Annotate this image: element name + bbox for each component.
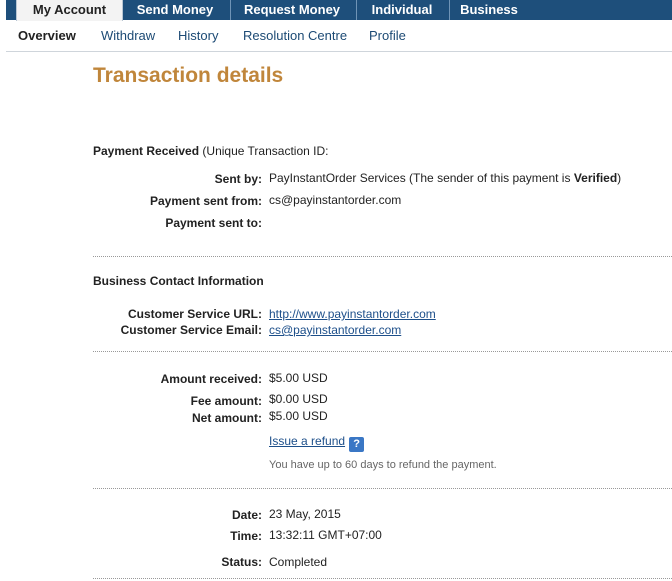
payment-heading: Payment Received (Unique Transaction ID:: [93, 144, 328, 158]
section-divider: [93, 351, 672, 352]
section-divider: [93, 256, 672, 257]
time-value: 13:32:11 GMT+07:00: [269, 528, 382, 542]
verified-status: Verified: [573, 171, 618, 185]
customer-service-url-label: Customer Service URL:: [127, 307, 262, 321]
sent-from-label: Payment sent from:: [149, 194, 262, 208]
date-value: 23 May, 2015: [269, 507, 341, 521]
customer-service-url-value: http://www.payinstantorder.com: [269, 307, 436, 321]
sent-by-label: Sent by:: [214, 172, 262, 186]
net-amount-value: $5.00 USD: [269, 409, 328, 423]
subnav-history[interactable]: History: [178, 28, 218, 43]
payment-heading-bold: Payment Received: [93, 144, 200, 158]
page-title: Transaction details: [93, 64, 284, 87]
tab-request-money[interactable]: Request Money: [230, 0, 353, 20]
customer-service-email-link[interactable]: cs@payinstantorder.com: [269, 323, 401, 337]
amount-received-label: Amount received:: [160, 372, 262, 386]
customer-service-email-value: cs@payinstantorder.com: [269, 323, 401, 337]
section-divider: [93, 578, 672, 579]
main-tab-bar: My Account Send Money Request Money Indi…: [6, 0, 672, 21]
subnav-profile[interactable]: Profile: [369, 28, 406, 43]
fee-amount-label: Fee amount:: [190, 394, 262, 408]
payment-heading-id: (Unique Transaction ID:: [202, 144, 329, 158]
refund-note: You have up to 60 days to refund the pay…: [269, 459, 497, 471]
status-value: Completed: [269, 555, 328, 569]
section-divider: [93, 488, 672, 489]
sent-to-label: Payment sent to:: [165, 216, 262, 230]
fee-amount-value: $0.00 USD: [269, 392, 328, 406]
tab-send-money[interactable]: Send Money: [123, 0, 227, 20]
time-label: Time:: [230, 529, 262, 543]
sent-from-value: cs@payinstantorder.com: [269, 193, 402, 207]
tab-individual[interactable]: Individual: [356, 0, 447, 20]
amount-received-value: $5.00 USD: [269, 371, 328, 385]
date-label: Date:: [231, 508, 262, 522]
tab-business[interactable]: Business: [449, 0, 528, 20]
subnav-withdraw[interactable]: Withdraw: [101, 28, 155, 43]
business-contact-heading: Business Contact Information: [93, 274, 264, 288]
tab-my-account[interactable]: My Account: [16, 0, 123, 21]
sent-by-name: PayInstantOrder Services (The sender of …: [269, 171, 574, 185]
refund-row: Issue a refund?: [269, 434, 365, 452]
issue-refund-link[interactable]: Issue a refund: [269, 434, 345, 448]
subnav-resolution-centre[interactable]: Resolution Centre: [243, 28, 347, 43]
net-amount-label: Net amount:: [192, 411, 262, 425]
help-icon[interactable]: ?: [349, 437, 365, 452]
subnav-overview[interactable]: Overview: [18, 28, 76, 43]
sent-by-value: PayInstantOrder Services (The sender of …: [269, 171, 621, 185]
sent-by-close: ): [617, 171, 622, 185]
sub-navigation: Overview Withdraw History Resolution Cen…: [6, 21, 672, 52]
status-label: Status:: [221, 555, 262, 569]
customer-service-email-label: Customer Service Email:: [120, 323, 262, 337]
customer-service-url-link[interactable]: http://www.payinstantorder.com: [269, 307, 436, 321]
